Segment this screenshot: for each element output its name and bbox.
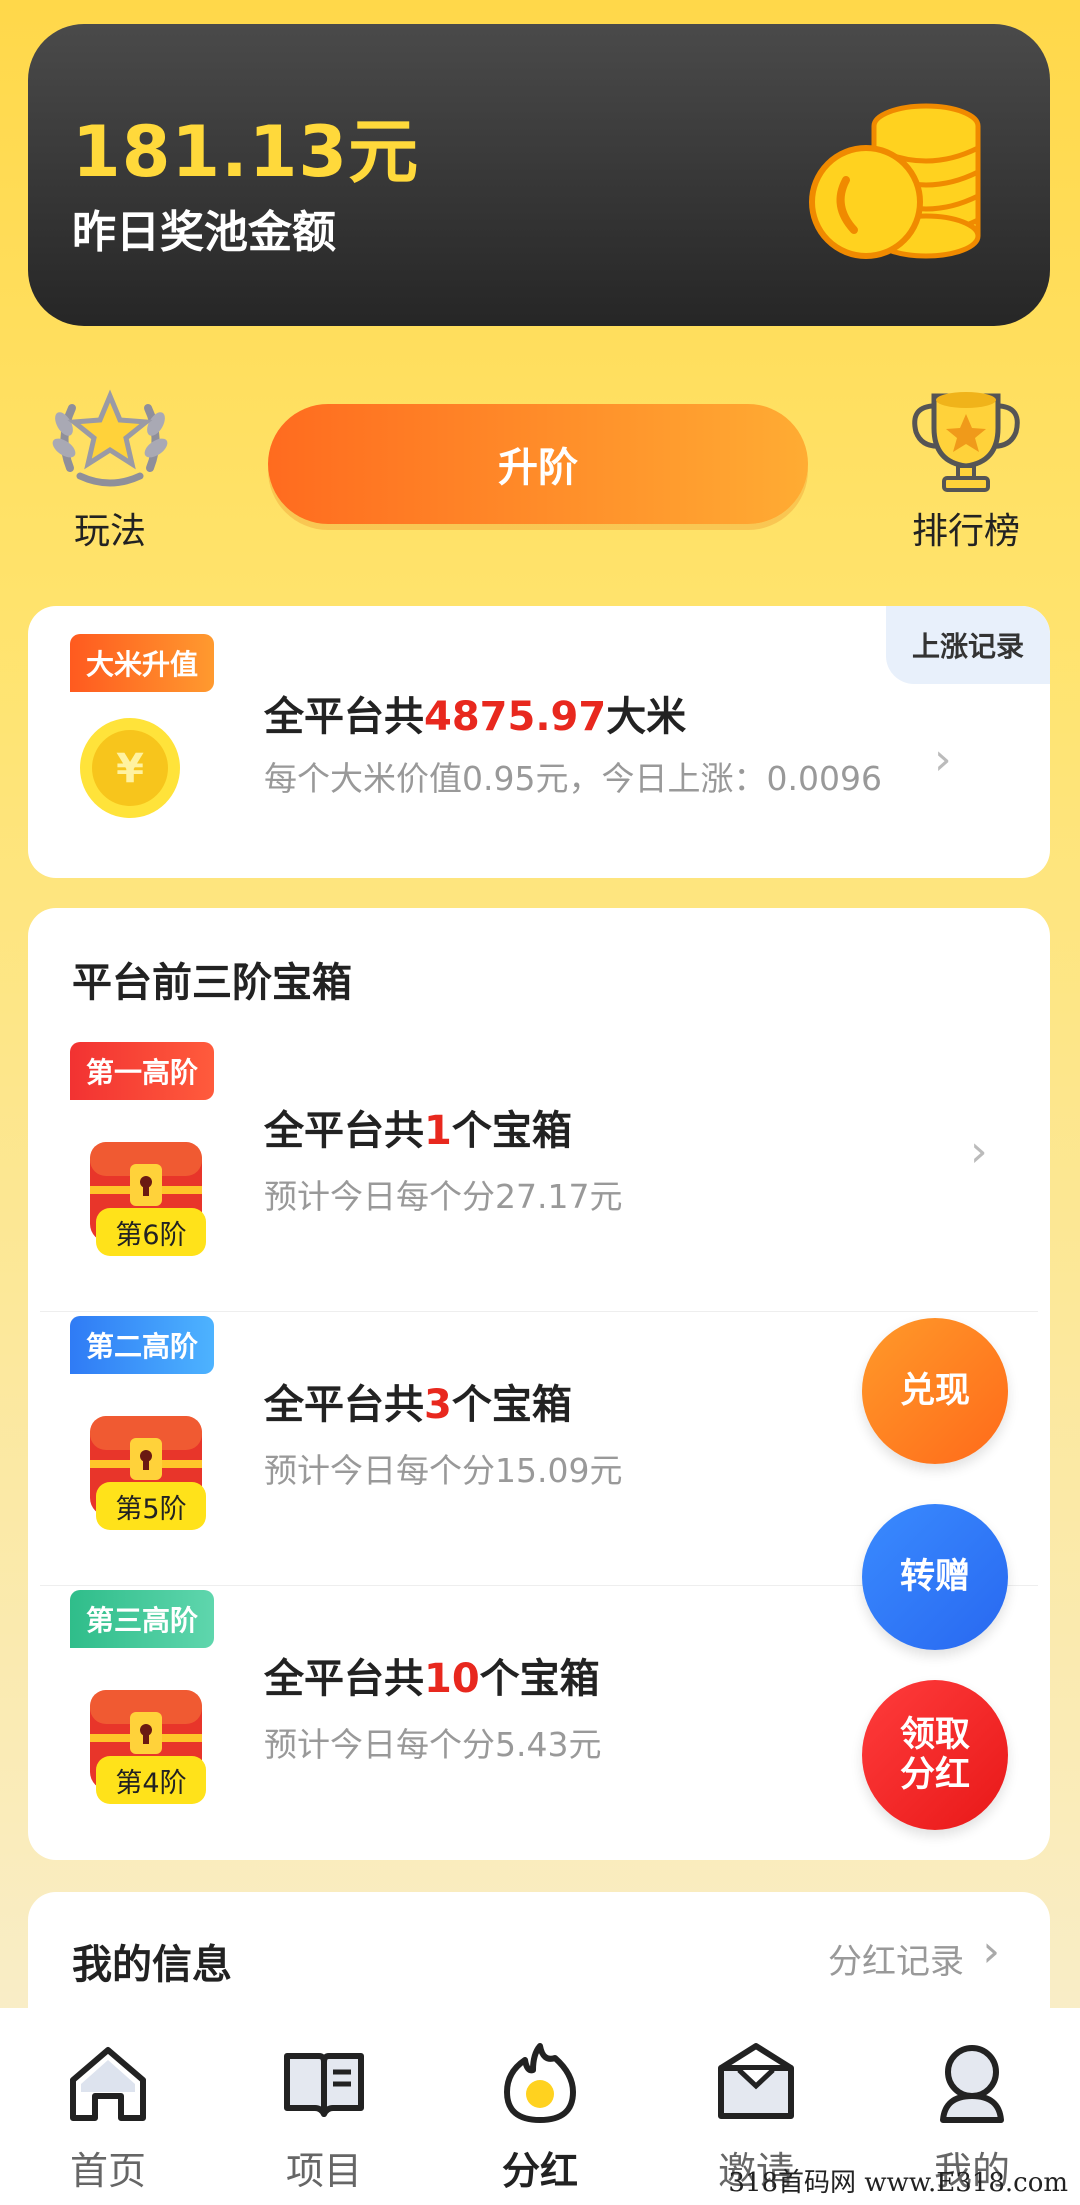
rice-total-value: 4875.97 bbox=[424, 694, 607, 740]
chest-count: 3 bbox=[424, 1382, 452, 1428]
profile-icon bbox=[940, 2045, 1004, 2123]
upgrade-button[interactable]: 升阶 bbox=[268, 404, 808, 524]
section-title: 平台前三阶宝箱 bbox=[72, 960, 352, 1006]
exchange-button[interactable]: 兑现 bbox=[862, 1318, 1008, 1464]
tab-label: 首页 bbox=[69, 2149, 146, 2193]
claim-label-line1: 领取 bbox=[899, 1714, 970, 1755]
chest-estimate: 预计今日每个分27.17元 bbox=[264, 1177, 623, 1216]
my-info-title: 我的信息 bbox=[72, 1942, 232, 1988]
pool-amount: 181.13元 bbox=[72, 111, 420, 193]
chest-estimate: 预计今日每个分5.43元 bbox=[264, 1725, 602, 1764]
book-icon bbox=[284, 2053, 364, 2117]
chest-tier-tag: 第三高阶 bbox=[70, 1590, 215, 1648]
chest-level-badge: 第4阶 bbox=[96, 1756, 206, 1804]
svg-text:¥: ¥ bbox=[116, 746, 144, 792]
chevron-right-icon: › bbox=[934, 734, 952, 785]
pool-label: 昨日奖池金额 bbox=[72, 207, 336, 258]
watermark-text: 318首码网 www.E318.com bbox=[728, 2168, 1068, 2198]
tab-home[interactable]: 首页 bbox=[0, 2008, 216, 2205]
trophy-icon bbox=[912, 392, 1020, 492]
tab-label: 项目 bbox=[285, 2149, 362, 2193]
chest-tier-tag: 第一高阶 bbox=[70, 1042, 215, 1100]
rice-appreciation-tag: 大米升值 bbox=[70, 634, 215, 692]
rice-value-card[interactable]: 大米升值 上涨记录 ¥ 全平台共4875.97大米 每个大米价值0.95元，今日… bbox=[28, 606, 1050, 878]
tab-label: 分红 bbox=[501, 2149, 578, 2193]
prize-pool-card: 181.13元 昨日奖池金额 bbox=[28, 24, 1050, 326]
rules-label: 玩法 bbox=[73, 511, 146, 552]
chest-total: 全平台共1个宝箱 bbox=[264, 1108, 572, 1154]
chest-tier-tag: 第二高阶 bbox=[70, 1316, 215, 1374]
ranking-label: 排行榜 bbox=[911, 511, 1020, 552]
claim-label-line2: 分红 bbox=[899, 1755, 970, 1795]
chest-total: 全平台共10个宝箱 bbox=[264, 1656, 600, 1702]
home-icon bbox=[70, 2047, 146, 2121]
chevron-right-icon: › bbox=[982, 1926, 1000, 1977]
chest-row[interactable]: 第一高阶 第6阶 全平台共1个宝箱 预计今日每个分27.17元 › bbox=[28, 1038, 1050, 1312]
rice-detail: 每个大米价值0.95元，今日上涨：0.0096 bbox=[264, 759, 882, 798]
gift-transfer-button[interactable]: 转赠 bbox=[862, 1504, 1008, 1650]
laurel-star-icon bbox=[52, 389, 168, 487]
coin-stack-icon bbox=[809, 103, 981, 259]
chevron-right-icon: › bbox=[970, 1126, 988, 1177]
yuan-coin-icon: ¥ bbox=[80, 718, 180, 818]
dividend-record-link[interactable]: 分红记录 bbox=[828, 1934, 964, 1983]
tab-dividend[interactable]: 分红 bbox=[432, 2008, 648, 2205]
rise-record-link[interactable]: 上涨记录 bbox=[886, 606, 1050, 684]
chest-level-badge: 第5阶 bbox=[96, 1482, 206, 1530]
tab-projects[interactable]: 项目 bbox=[216, 2008, 432, 2205]
ranking-button[interactable]: 排行榜 bbox=[900, 378, 1032, 554]
claim-dividend-button[interactable]: 领取 分红 bbox=[862, 1680, 1008, 1830]
flame-icon bbox=[504, 2043, 576, 2123]
chest-count: 1 bbox=[424, 1108, 452, 1154]
rules-button[interactable]: 玩法 bbox=[50, 378, 170, 554]
rice-total: 全平台共4875.97大米 bbox=[264, 694, 687, 740]
chest-count: 10 bbox=[424, 1656, 480, 1702]
chest-total: 全平台共3个宝箱 bbox=[264, 1382, 572, 1428]
chest-level-badge: 第6阶 bbox=[96, 1208, 206, 1256]
envelope-icon bbox=[718, 2043, 794, 2119]
chest-estimate: 预计今日每个分15.09元 bbox=[264, 1451, 623, 1490]
